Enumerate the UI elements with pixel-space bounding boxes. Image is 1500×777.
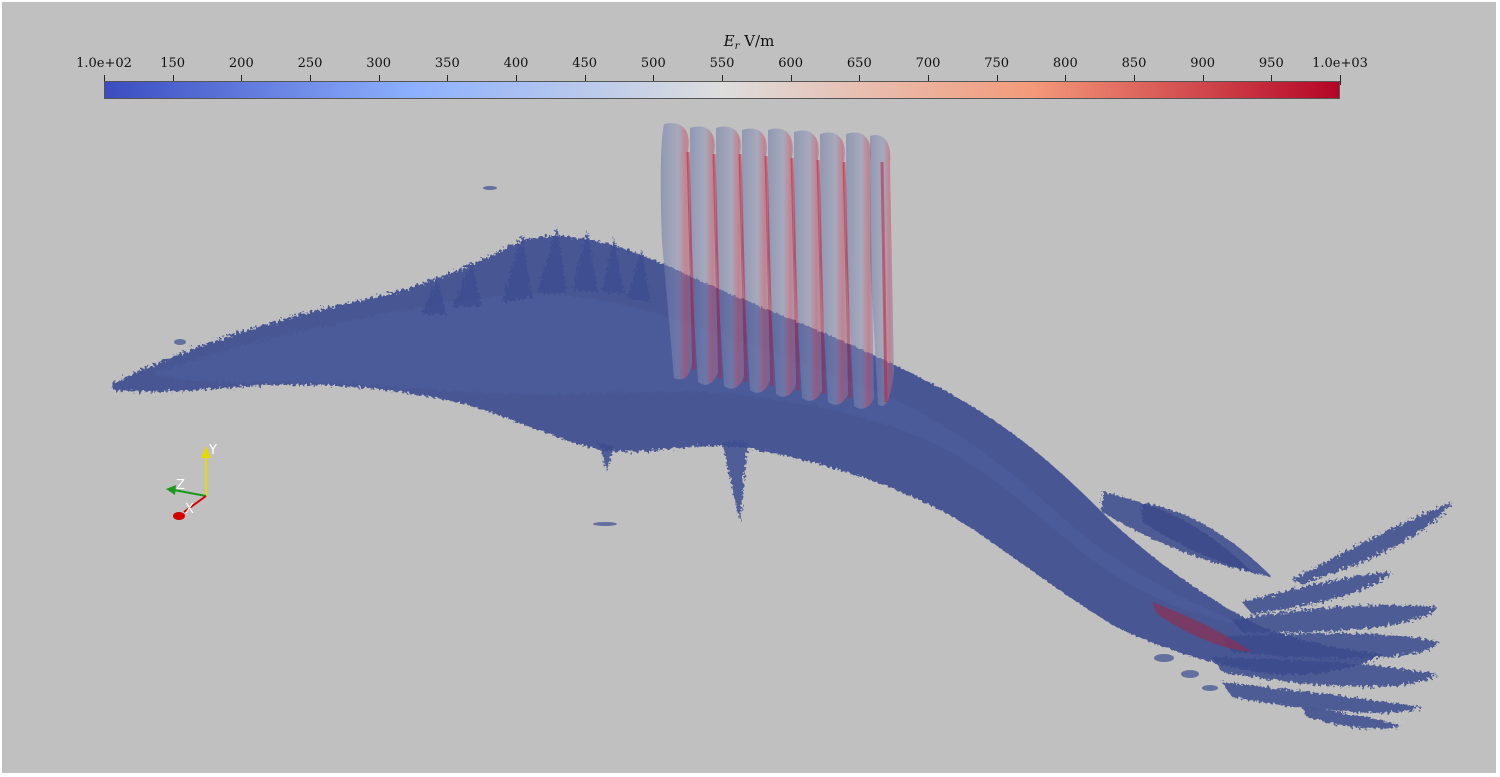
colorbar-tick-label: 950 bbox=[1258, 56, 1284, 71]
colorbar-tick-label: 900 bbox=[1190, 56, 1216, 71]
field-isosurface-scene[interactable] bbox=[2, 2, 1496, 773]
colorbar-tick-label: 1.0e+02 bbox=[76, 56, 132, 71]
colorbar-tick-label: 550 bbox=[709, 56, 735, 71]
colorbar-tick-label: 800 bbox=[1052, 56, 1078, 71]
colorbar-tick-label: 250 bbox=[297, 56, 323, 71]
colorbar-tick-label: 450 bbox=[572, 56, 598, 71]
colorbar-tick-label: 300 bbox=[366, 56, 392, 71]
colorbar-tick-label: 200 bbox=[228, 56, 254, 71]
axis-x-label: X bbox=[185, 502, 194, 517]
colorbar-tick-label: 400 bbox=[503, 56, 529, 71]
colorbar-title: Er V/m bbox=[2, 32, 1496, 52]
colorbar-tick-label: 500 bbox=[640, 56, 666, 71]
colorbar-tick-label: 700 bbox=[915, 56, 941, 71]
render-viewport[interactable]: Y Z X Er V/m 1.0e+02 150 200 250 300 350 400 45… bbox=[2, 2, 1496, 773]
axis-z-label: Z bbox=[176, 478, 185, 493]
colorbar-symbol: E bbox=[723, 32, 735, 50]
colorbar-tick-label: 150 bbox=[160, 56, 186, 71]
colorbar-tick-label: 600 bbox=[778, 56, 804, 71]
colorbar-tick-label: 750 bbox=[984, 56, 1010, 71]
colorbar bbox=[104, 81, 1340, 99]
colorbar-tick-mark bbox=[1340, 75, 1341, 85]
axis-y-label: Y bbox=[209, 443, 217, 458]
colorbar-tick-label: 850 bbox=[1121, 56, 1147, 71]
colorbar-tick-label: 350 bbox=[434, 56, 460, 71]
colorbar-tick-label: 1.0e+03 bbox=[1312, 56, 1368, 71]
colorbar-unit: V/m bbox=[744, 32, 775, 50]
colorbar-subscript: r bbox=[734, 41, 740, 52]
colorbar-tick-label: 650 bbox=[846, 56, 872, 71]
